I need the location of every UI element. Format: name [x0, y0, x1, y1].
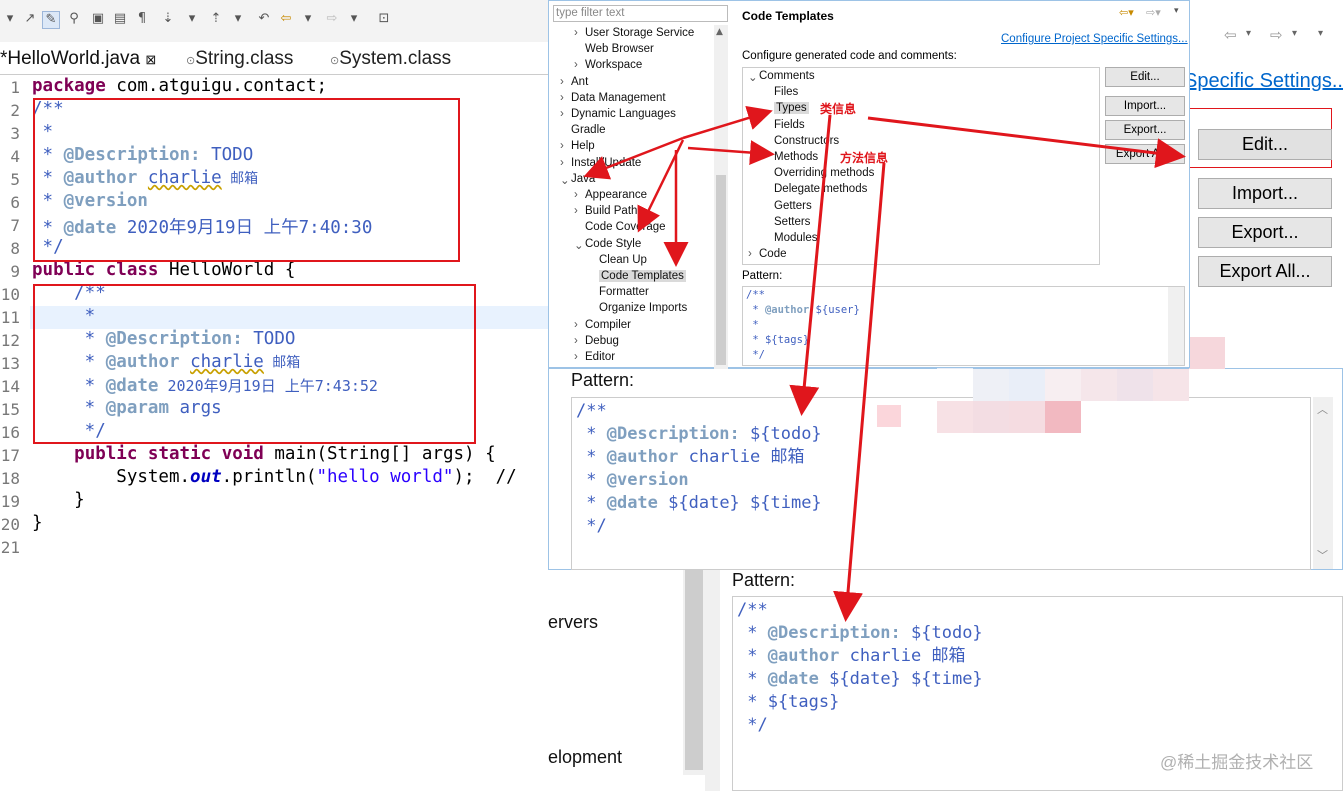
arrow-to-types — [682, 105, 773, 140]
annotation-arrows — [583, 105, 1186, 622]
arrow-to-methods-pattern — [833, 162, 886, 622]
arrow-to-types-pattern — [789, 114, 832, 416]
arrow-to-edit-button — [867, 116, 1186, 168]
arrow-to-methods — [687, 140, 775, 166]
